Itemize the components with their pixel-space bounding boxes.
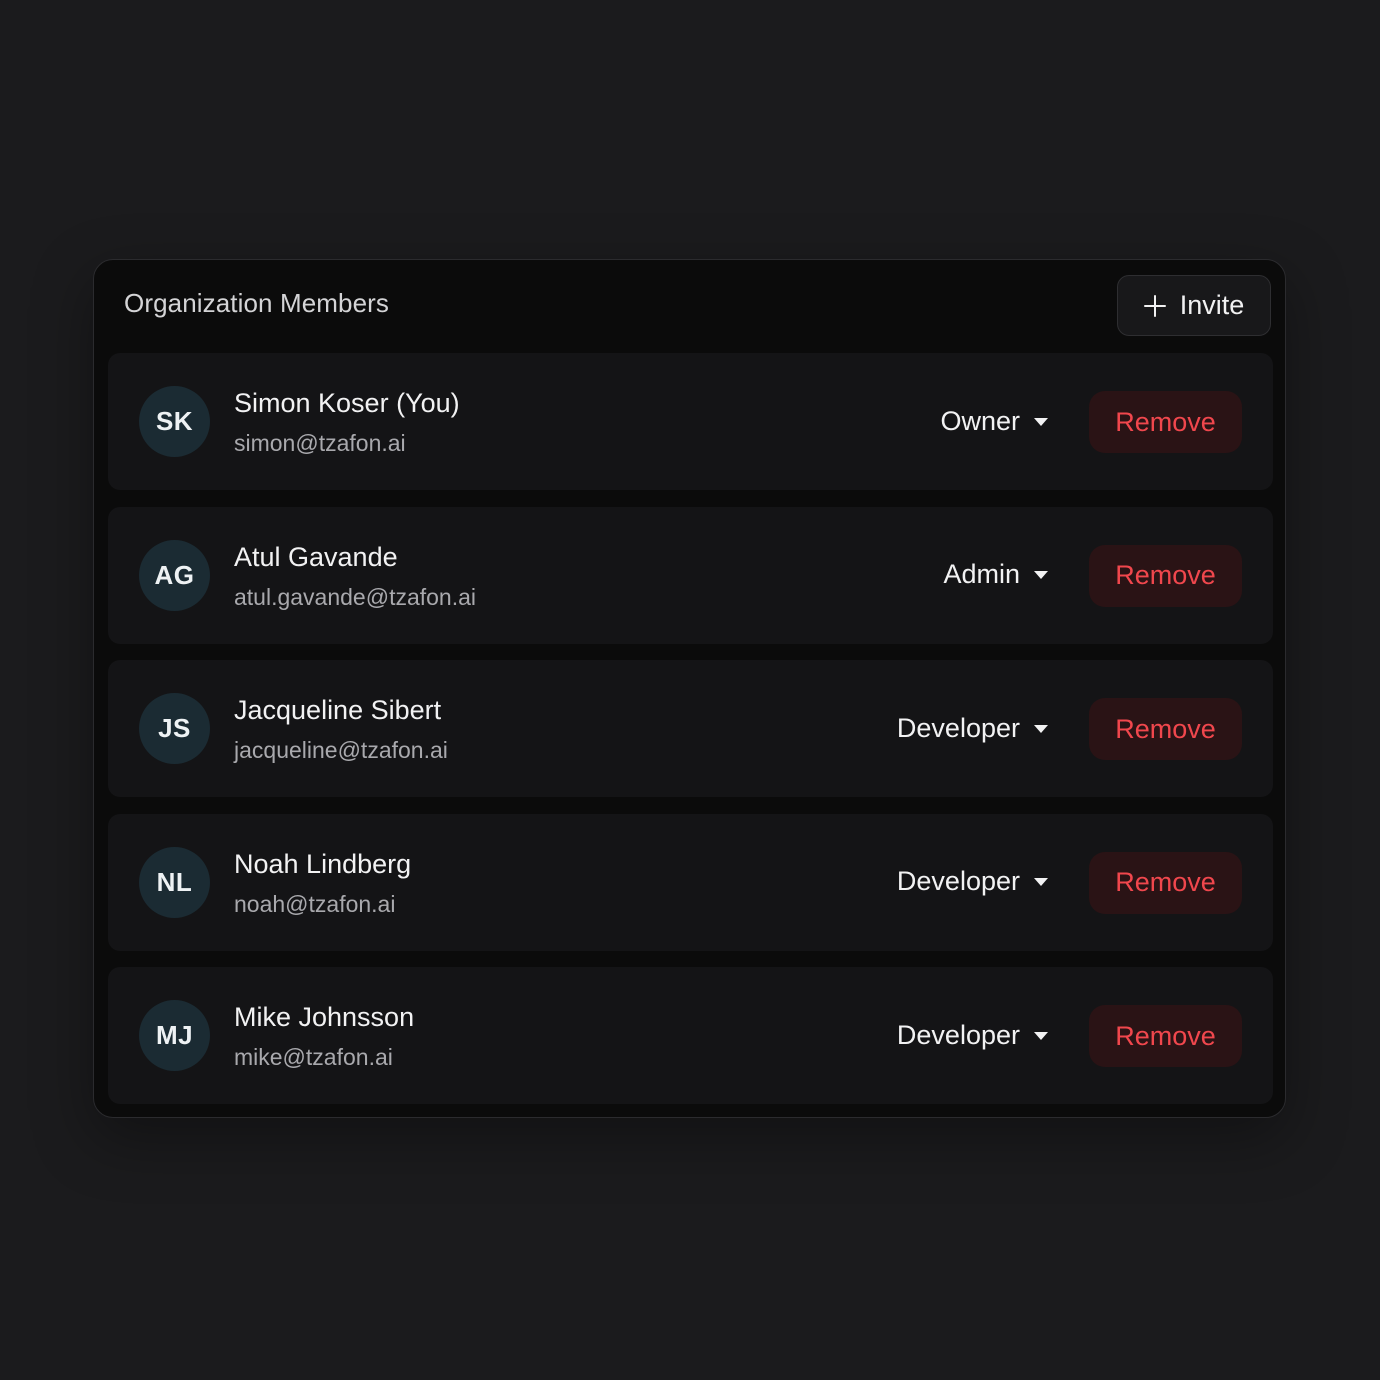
role-dropdown[interactable]: Owner [940,403,1048,439]
member-name: Noah Lindberg [234,848,412,879]
role-label: Developer [896,712,1020,743]
caret-down-icon [1034,878,1048,886]
plus-icon [1143,294,1166,317]
member-name: Jacqueline Sibert [234,695,442,725]
avatar: AG [139,539,210,611]
role-label: Developer [896,866,1020,896]
role-label: Owner [940,405,1020,436]
panel-title: Organization Members [124,288,389,318]
avatar: JS [139,693,210,764]
member-name: Mike Johnsson [234,1002,415,1032]
member-email: atul.gavande@tzafon.ai [234,583,477,610]
role-label: Developer [896,1019,1020,1050]
member-list: SK Simon Koser (You) simon@tzafon.ai Own… [108,353,1273,1121]
remove-button[interactable]: Remove [1089,851,1242,914]
member-email: jacqueline@tzafon.ai [234,737,448,763]
avatar: MJ [139,1000,210,1071]
caret-down-icon [1034,724,1048,733]
member-row: NL Noah Lindberg noah@tzafon.ai Develope… [108,813,1273,951]
member-name: Simon Koser (You) [234,388,460,418]
members-panel: Organization Members Invite SK Simon Kos… [93,259,1286,1118]
role-label: Admin [943,559,1020,589]
member-row: JS Jacqueline Sibert jacqueline@tzafon.a… [108,660,1273,797]
remove-button[interactable]: Remove [1089,1005,1242,1067]
panel-header: Organization Members Invite [94,260,1285,352]
caret-down-icon [1034,417,1048,426]
member-name: Atul Gavande [234,541,398,572]
caret-down-icon [1034,571,1048,579]
remove-button[interactable]: Remove [1089,698,1242,760]
role-dropdown[interactable]: Developer [897,864,1048,900]
member-row: AG Atul Gavande atul.gavande@tzafon.ai A… [108,506,1273,644]
invite-label: Invite [1179,290,1245,320]
member-email: simon@tzafon.ai [234,430,406,456]
caret-down-icon [1034,1031,1048,1040]
member-email: noah@tzafon.ai [234,890,396,917]
avatar: NL [139,846,210,918]
remove-button[interactable]: Remove [1089,391,1242,453]
invite-button[interactable]: Invite [1117,275,1271,336]
role-dropdown[interactable]: Admin [943,557,1048,593]
avatar: SK [139,386,210,457]
remove-button[interactable]: Remove [1089,544,1242,607]
role-dropdown[interactable]: Developer [897,1017,1048,1053]
role-dropdown[interactable]: Developer [897,710,1048,746]
member-row: SK Simon Koser (You) simon@tzafon.ai Own… [108,353,1273,490]
member-email: mike@tzafon.ai [234,1044,393,1070]
member-row: MJ Mike Johnsson mike@tzafon.ai Develope… [108,967,1273,1104]
